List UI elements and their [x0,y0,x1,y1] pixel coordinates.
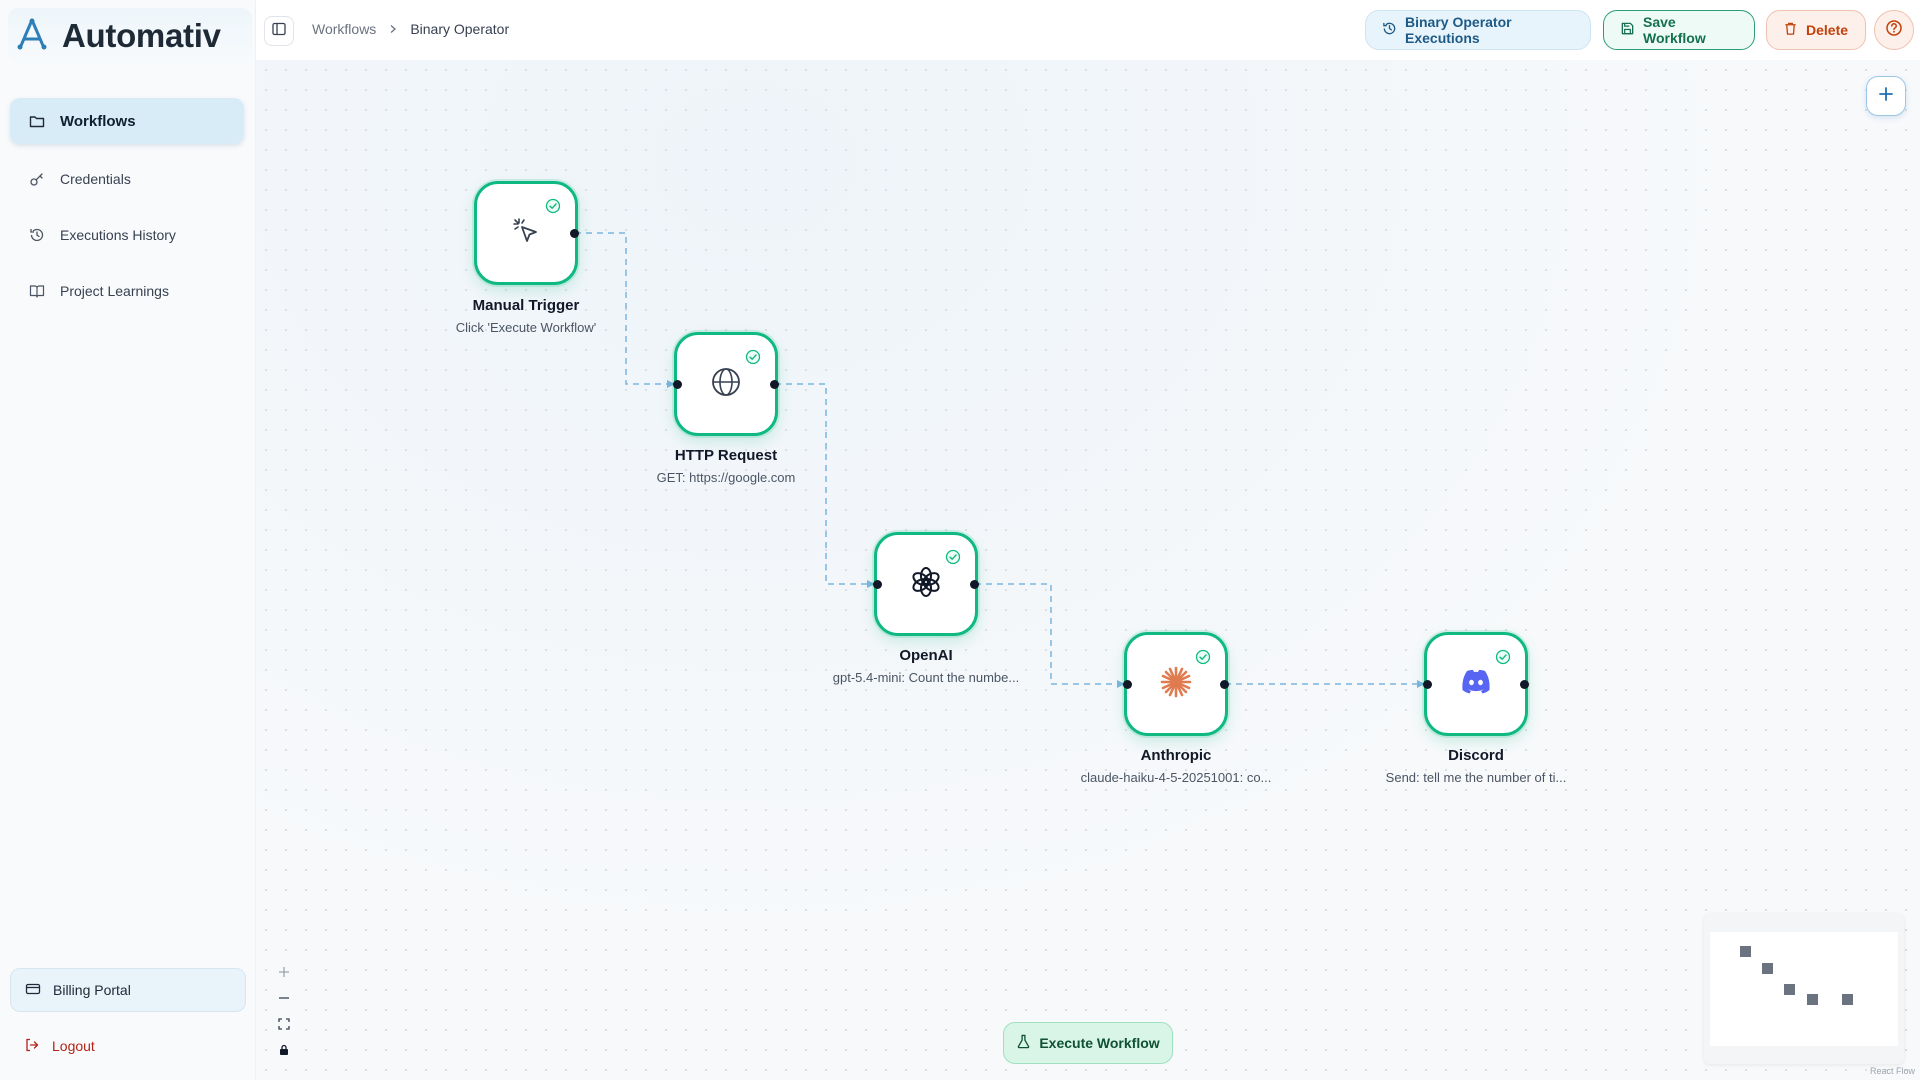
book-icon [28,282,46,300]
sidebar-item-label: Workflows [60,112,136,130]
add-node-button[interactable] [1866,76,1906,116]
save-workflow-button[interactable]: Save Workflow [1603,10,1755,50]
lock-icon [278,1043,290,1061]
lock-button[interactable] [272,1040,296,1064]
help-circle-icon [1885,19,1903,42]
fit-view-icon [278,1017,290,1035]
logout-label: Logout [52,1038,95,1054]
sidebar-toggle-button[interactable] [264,16,294,46]
node-title: HTTP Request [674,447,778,464]
breadcrumb-current: Binary Operator [410,21,510,37]
check-circle-icon [1195,649,1211,670]
node-input-handle[interactable] [1423,680,1432,689]
billing-portal-label: Billing Portal [53,982,131,998]
trash-icon [1783,21,1798,39]
plus-icon [278,965,290,983]
history-icon [28,226,46,244]
node-title: Discord [1448,747,1504,764]
sidebar-item-label: Executions History [60,227,176,243]
node-manual-trigger[interactable] [474,181,578,285]
executions-button-label: Binary Operator Executions [1405,14,1512,46]
sidebar-item-executions-history[interactable]: Executions History [10,212,244,258]
save-icon [1620,21,1635,39]
check-circle-icon [745,349,761,370]
react-flow-attribution[interactable]: React Flow [1870,1066,1915,1076]
logout-icon [24,1037,40,1056]
brand-name: Automativ [62,17,221,54]
sidebar-item-workflows[interactable]: Workflows [10,98,244,144]
node-subtitle: claude-haiku-4-5-20251001: co... [1080,770,1272,785]
minus-icon [278,991,290,1009]
sidebar-item-project-learnings[interactable]: Project Learnings [10,268,244,314]
automativ-logo-icon [16,17,48,56]
sidebar-item-label: Credentials [60,171,131,187]
zoom-out-button[interactable] [272,988,296,1012]
chevron-right-icon [388,21,398,37]
openai-icon [909,565,943,604]
minimap[interactable] [1704,914,1904,1064]
node-openai[interactable] [874,532,978,636]
breadcrumb: Workflows Binary Operator [312,21,509,37]
node-discord[interactable] [1424,632,1528,736]
brand[interactable]: Automativ [8,8,252,64]
node-subtitle: Click 'Execute Workflow' [455,320,597,335]
history-icon [1382,21,1397,39]
key-icon [28,170,46,188]
node-title: Anthropic [1140,747,1212,764]
help-button[interactable] [1874,10,1914,50]
panel-left-icon [271,21,287,42]
minimap-node [1740,946,1751,957]
sidebar-item-credentials[interactable]: Credentials [10,156,244,202]
delete-label: Delete [1806,22,1849,38]
check-circle-icon [545,198,561,219]
minimap-node [1784,984,1795,995]
check-circle-icon [1495,649,1511,670]
save-workflow-label: Save Workflow [1643,14,1706,46]
logout-button[interactable]: Logout [10,1024,95,1068]
node-output-handle[interactable] [1220,680,1229,689]
fit-view-button[interactable] [272,1014,296,1038]
execute-workflow-button[interactable]: Execute Workflow [1003,1022,1173,1064]
canvas-controls [272,962,296,1066]
cursor-click-icon [510,215,542,252]
folder-icon [28,112,46,130]
zoom-in-button[interactable] [272,962,296,986]
node-title: Manual Trigger [472,297,580,314]
node-output-handle[interactable] [970,580,979,589]
minimap-node [1762,963,1773,974]
node-input-handle[interactable] [673,380,682,389]
node-subtitle: GET: https://google.com [656,470,796,485]
minimap-node [1842,994,1853,1005]
node-output-handle[interactable] [1520,680,1529,689]
executions-button[interactable]: Binary Operator Executions [1365,10,1591,50]
node-input-handle[interactable] [1123,680,1132,689]
node-output-handle[interactable] [770,380,779,389]
node-input-handle[interactable] [873,580,882,589]
flask-icon [1016,1034,1031,1052]
delete-button[interactable]: Delete [1766,10,1866,50]
node-subtitle: Send: tell me the number of ti... [1385,770,1567,785]
node-output-handle[interactable] [570,229,579,238]
minimap-node [1807,994,1818,1005]
billing-portal-button[interactable]: Billing Portal [10,968,246,1012]
breadcrumb-workflows-link[interactable]: Workflows [312,21,376,37]
node-title: OpenAI [899,647,953,664]
sidebar: Automativ Workflows Credentials Executio… [0,0,256,1080]
check-circle-icon [945,549,961,570]
plus-icon [1878,86,1894,107]
discord-icon [1459,668,1493,701]
node-subtitle: gpt-5.4-mini: Count the numbe... [832,670,1020,685]
anthropic-icon [1159,665,1193,704]
credit-card-icon [25,981,41,1000]
execute-workflow-label: Execute Workflow [1039,1035,1160,1051]
node-anthropic[interactable] [1124,632,1228,736]
minimap-viewport [1710,932,1898,1046]
node-http-request[interactable] [674,332,778,436]
sidebar-item-label: Project Learnings [60,283,169,299]
globe-icon [710,366,742,403]
